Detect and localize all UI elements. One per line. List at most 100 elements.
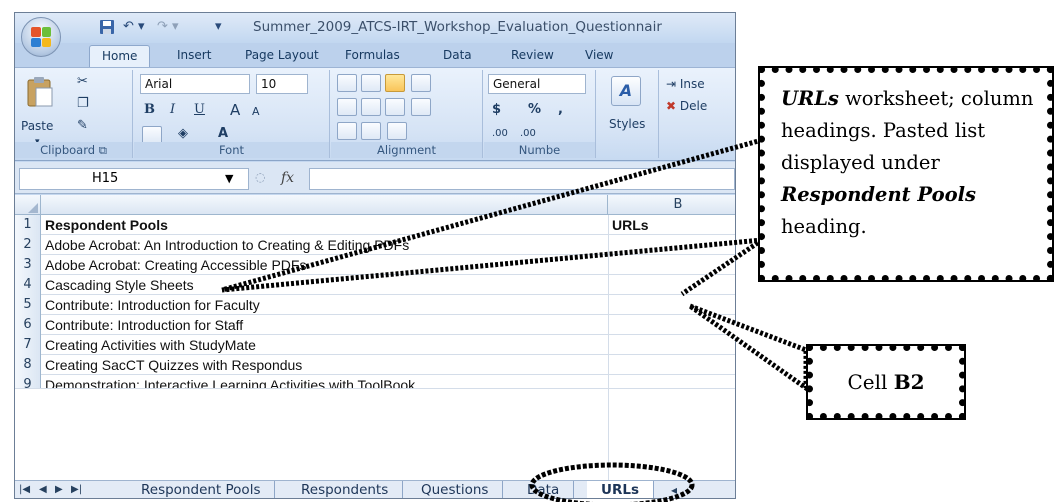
dialog-launcher-icon[interactable]: ⧉: [99, 143, 107, 157]
sheet-tab-urls[interactable]: URLs: [587, 481, 654, 498]
paste-icon[interactable]: [25, 76, 55, 108]
percent-button[interactable]: %: [528, 100, 541, 120]
sheet-tab-data[interactable]: Data: [513, 481, 575, 498]
formula-input[interactable]: [309, 168, 735, 190]
orientation-icon[interactable]: [387, 122, 407, 140]
customize-toolbar-icon[interactable]: ▾: [215, 19, 222, 34]
name-box[interactable]: H15: [19, 168, 249, 190]
sheet-tab-questions[interactable]: Questions: [407, 481, 504, 498]
styles-icon[interactable]: A: [611, 76, 641, 106]
row-number[interactable]: 1: [15, 215, 41, 235]
font-name-select[interactable]: Arial: [140, 74, 250, 94]
column-headers: B: [15, 195, 735, 215]
cell-a2[interactable]: Adobe Acrobat: An Introduction to Creati…: [45, 235, 605, 255]
formula-bar: H15 ▼ ◌ fx: [15, 162, 735, 194]
align-top-icon[interactable]: [337, 74, 357, 92]
cell-a1[interactable]: Respondent Pools: [45, 215, 605, 235]
tab-insert[interactable]: Insert: [177, 48, 211, 62]
select-all-corner[interactable]: [15, 195, 41, 215]
row-number[interactable]: 9: [15, 375, 41, 388]
redo-icon[interactable]: ↷ ▾: [157, 19, 179, 34]
prev-sheet-icon[interactable]: ◀: [39, 484, 47, 495]
row-number[interactable]: 3: [15, 255, 41, 275]
align-bottom-icon[interactable]: [385, 74, 405, 92]
cell-a5[interactable]: Contribute: Introduction for Faculty: [45, 295, 605, 315]
align-right-icon[interactable]: [385, 98, 405, 116]
alignment-group-label: Alignment: [331, 142, 482, 158]
row-number[interactable]: 2: [15, 235, 41, 255]
cell-b9[interactable]: [612, 375, 732, 388]
merge-center-icon[interactable]: [411, 98, 431, 116]
callout-cell-bold: B2: [893, 370, 925, 394]
undo-icon[interactable]: ↶ ▾: [123, 19, 145, 34]
cell-b5[interactable]: [612, 295, 732, 315]
decrease-indent-icon[interactable]: [337, 122, 357, 140]
cell-a7[interactable]: Creating Activities with StudyMate: [45, 335, 605, 355]
cell-a4[interactable]: Cascading Style Sheets: [45, 275, 605, 295]
font-size-select[interactable]: 10: [256, 74, 308, 94]
currency-button[interactable]: $: [492, 100, 501, 120]
last-sheet-icon[interactable]: ▶|: [71, 484, 82, 495]
clipboard-group: Paste ▾ ✂ ❐ ✎ Clipboard ⧉: [15, 70, 133, 158]
cell-b7[interactable]: [612, 335, 732, 355]
cell-b1[interactable]: URLs: [612, 215, 732, 235]
number-format-select[interactable]: General: [488, 74, 586, 94]
tab-review[interactable]: Review: [511, 48, 554, 62]
row-number[interactable]: 7: [15, 335, 41, 355]
save-icon[interactable]: [99, 19, 115, 39]
next-sheet-icon[interactable]: ▶: [55, 484, 63, 495]
format-painter-icon[interactable]: ✎: [77, 116, 88, 136]
tab-home[interactable]: Home: [89, 45, 151, 67]
shrink-font-button[interactable]: A: [252, 102, 260, 122]
bold-button[interactable]: B: [144, 100, 155, 120]
insert-function-icon[interactable]: fx: [281, 170, 294, 186]
row-number[interactable]: 4: [15, 275, 41, 295]
copy-icon[interactable]: ❐: [77, 94, 89, 114]
wrap-text-icon[interactable]: [411, 74, 431, 92]
column-header-b[interactable]: B: [608, 195, 735, 215]
comma-button[interactable]: ,: [558, 100, 563, 120]
row-number[interactable]: 6: [15, 315, 41, 335]
align-center-icon[interactable]: [361, 98, 381, 116]
delete-cells-icon: ✖: [666, 99, 677, 113]
cells-group: ⇥ Inse ✖ Dele: [660, 70, 735, 158]
tab-data[interactable]: Data: [443, 48, 472, 62]
cell-a8[interactable]: Creating SacCT Quizzes with Respondus: [45, 355, 605, 375]
first-sheet-icon[interactable]: |◀: [19, 484, 30, 495]
increase-indent-icon[interactable]: [361, 122, 381, 140]
cell-b3[interactable]: [612, 255, 732, 275]
row-number[interactable]: 8: [15, 355, 41, 375]
scroll-left-icon[interactable]: ◂: [671, 483, 677, 497]
cell-a3[interactable]: Adobe Acrobat: Creating Accessible PDFs: [45, 255, 605, 275]
sheet-tab-respondent-pools[interactable]: Respondent Pools: [127, 481, 276, 498]
cell-b8[interactable]: [612, 355, 732, 375]
row-number[interactable]: 5: [15, 295, 41, 315]
delete-cells-button[interactable]: ✖ Dele: [666, 96, 707, 116]
align-middle-icon[interactable]: [361, 74, 381, 92]
cell-b4[interactable]: [612, 275, 732, 295]
annotated-screenshot: ↶ ▾ ↷ ▾ ▾ Summer_2009_ATCS-IRT_Workshop_…: [0, 0, 1061, 502]
tab-formulas[interactable]: Formulas: [345, 48, 400, 62]
decrease-decimal-button[interactable]: .00: [520, 124, 536, 144]
align-left-icon[interactable]: [337, 98, 357, 116]
font-color-button[interactable]: A: [218, 124, 228, 144]
grow-font-button[interactable]: A: [230, 100, 240, 120]
column-header-a[interactable]: [42, 195, 608, 215]
name-box-dropdown-icon[interactable]: ▼: [225, 172, 233, 185]
insert-cells-button[interactable]: ⇥ Inse: [666, 74, 705, 94]
cell-b6[interactable]: [612, 315, 732, 335]
fill-color-icon[interactable]: ◈: [178, 124, 188, 144]
underline-button[interactable]: U: [194, 100, 205, 120]
italic-button[interactable]: I: [170, 100, 175, 120]
increase-decimal-button[interactable]: .00: [492, 124, 508, 144]
cut-icon[interactable]: ✂: [77, 72, 88, 92]
styles-button[interactable]: Styles: [609, 114, 645, 134]
cell-a9[interactable]: Demonstration: Interactive Learning Acti…: [45, 375, 605, 388]
office-button[interactable]: [21, 17, 61, 57]
tab-view[interactable]: View: [585, 48, 613, 62]
cell-a6[interactable]: Contribute: Introduction for Staff: [45, 315, 605, 335]
tab-page-layout[interactable]: Page Layout: [245, 48, 319, 62]
cell-b2[interactable]: [612, 235, 732, 255]
sheet-tab-respondents[interactable]: Respondents: [287, 481, 404, 498]
window-title: Summer_2009_ATCS-IRT_Workshop_Evaluation…: [253, 19, 662, 35]
